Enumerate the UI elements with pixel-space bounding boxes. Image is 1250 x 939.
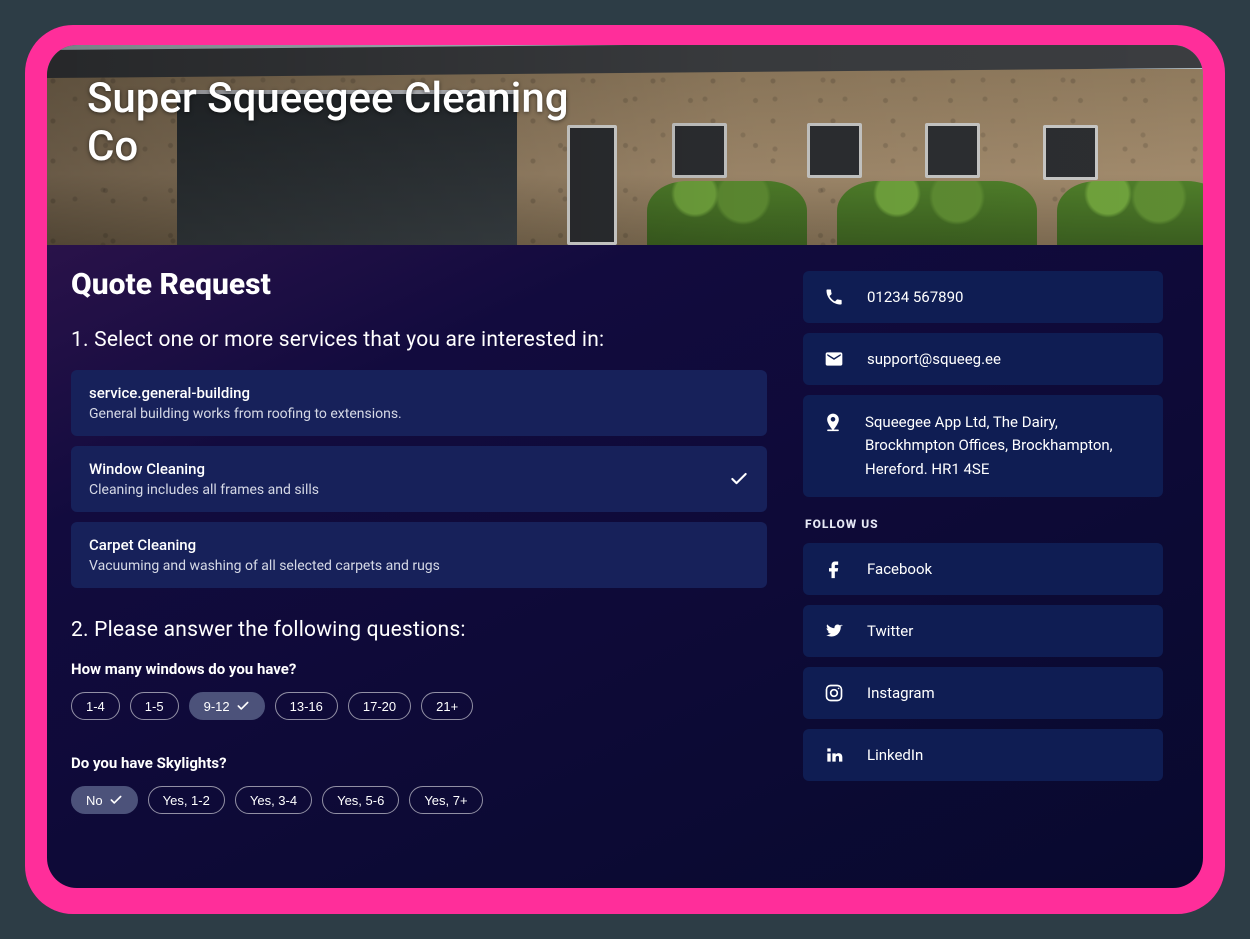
option-text: 9-12	[204, 700, 230, 713]
service-card[interactable]: service.general-building General building…	[71, 370, 767, 436]
check-icon	[236, 699, 250, 713]
check-icon	[109, 793, 123, 807]
option-text: 1-5	[145, 700, 164, 713]
phone-icon	[823, 287, 845, 307]
socials-list: Facebook Twitter Instagram LinkedIn	[803, 543, 1163, 781]
option-text: 13-16	[290, 700, 323, 713]
hero-banner: Super Squeegee Cleaning Co	[47, 45, 1203, 245]
option-pill[interactable]: No	[71, 786, 138, 814]
contact-phone[interactable]: 01234 567890	[803, 271, 1163, 323]
social-link-twitter[interactable]: Twitter	[803, 605, 1163, 657]
option-pill[interactable]: Yes, 5-6	[322, 786, 399, 814]
option-pill[interactable]: Yes, 7+	[409, 786, 482, 814]
service-card[interactable]: Carpet Cleaning Vacuuming and washing of …	[71, 522, 767, 588]
option-text: Yes, 1-2	[163, 794, 210, 807]
option-pill[interactable]: Yes, 3-4	[235, 786, 312, 814]
location-icon	[823, 411, 843, 433]
service-description: Vacuuming and washing of all selected ca…	[89, 558, 440, 574]
page-title: Quote Request	[71, 267, 767, 302]
option-pill[interactable]: 21+	[421, 692, 473, 720]
option-pill[interactable]: 17-20	[348, 692, 411, 720]
app-window: Super Squeegee Cleaning Co Quote Request…	[47, 45, 1203, 888]
option-pill[interactable]: 13-16	[275, 692, 338, 720]
option-text: 1-4	[86, 700, 105, 713]
address-text: Squeegee App Ltd, The Dairy, Brockhmpton…	[865, 411, 1143, 481]
service-description: Cleaning includes all frames and sills	[89, 482, 319, 498]
service-label: Carpet Cleaning	[89, 536, 440, 554]
social-link-linkedin[interactable]: LinkedIn	[803, 729, 1163, 781]
option-pill[interactable]: 9-12	[189, 692, 265, 720]
twitter-icon	[823, 621, 845, 641]
question-label: How many windows do you have?	[71, 660, 767, 678]
social-name: Instagram	[867, 684, 935, 702]
check-icon	[729, 469, 749, 489]
option-pill[interactable]: 1-5	[130, 692, 179, 720]
service-card[interactable]: Window Cleaning Cleaning includes all fra…	[71, 446, 767, 512]
services-list: service.general-building General building…	[71, 370, 767, 588]
follow-us-heading: FOLLOW US	[805, 517, 1163, 531]
questions-list: How many windows do you have?1-41-59-121…	[71, 660, 767, 814]
option-row: 1-4 1-5 9-12 13-16 17-20 21+	[71, 692, 767, 720]
service-label: service.general-building	[89, 384, 402, 402]
pink-frame: Super Squeegee Cleaning Co Quote Request…	[25, 25, 1225, 914]
phone-text: 01234 567890	[867, 288, 963, 306]
company-title: Super Squeegee Cleaning Co	[87, 75, 607, 172]
social-name: Twitter	[867, 622, 913, 640]
option-text: 17-20	[363, 700, 396, 713]
email-icon	[823, 349, 845, 369]
contact-address[interactable]: Squeegee App Ltd, The Dairy, Brockhmpton…	[803, 395, 1163, 497]
social-link-instagram[interactable]: Instagram	[803, 667, 1163, 719]
option-pill[interactable]: 1-4	[71, 692, 120, 720]
service-label: Window Cleaning	[89, 460, 319, 478]
social-name: Facebook	[867, 560, 932, 578]
sidebar: 01234 567890 support@squeeg.ee Squeegee …	[803, 267, 1163, 848]
instagram-icon	[823, 683, 845, 703]
option-text: Yes, 5-6	[337, 794, 384, 807]
facebook-icon	[823, 559, 845, 579]
option-text: Yes, 3-4	[250, 794, 297, 807]
linkedin-icon	[823, 745, 845, 765]
section-2-heading: 2. Please answer the following questions…	[71, 618, 767, 642]
contact-email[interactable]: support@squeeg.ee	[803, 333, 1163, 385]
section-1-heading: 1. Select one or more services that you …	[71, 328, 767, 352]
option-text: Yes, 7+	[424, 794, 467, 807]
social-name: LinkedIn	[867, 746, 923, 764]
service-description: General building works from roofing to e…	[89, 406, 402, 422]
email-text: support@squeeg.ee	[867, 350, 1001, 368]
content-grid: Quote Request 1. Select one or more serv…	[47, 245, 1203, 888]
question-label: Do you have Skylights?	[71, 754, 767, 772]
social-link-facebook[interactable]: Facebook	[803, 543, 1163, 595]
option-text: No	[86, 794, 103, 807]
option-text: 21+	[436, 700, 458, 713]
option-pill[interactable]: Yes, 1-2	[148, 786, 225, 814]
option-row: No Yes, 1-2 Yes, 3-4 Yes, 5-6 Yes, 7+	[71, 786, 767, 814]
main-column: Quote Request 1. Select one or more serv…	[71, 267, 767, 848]
